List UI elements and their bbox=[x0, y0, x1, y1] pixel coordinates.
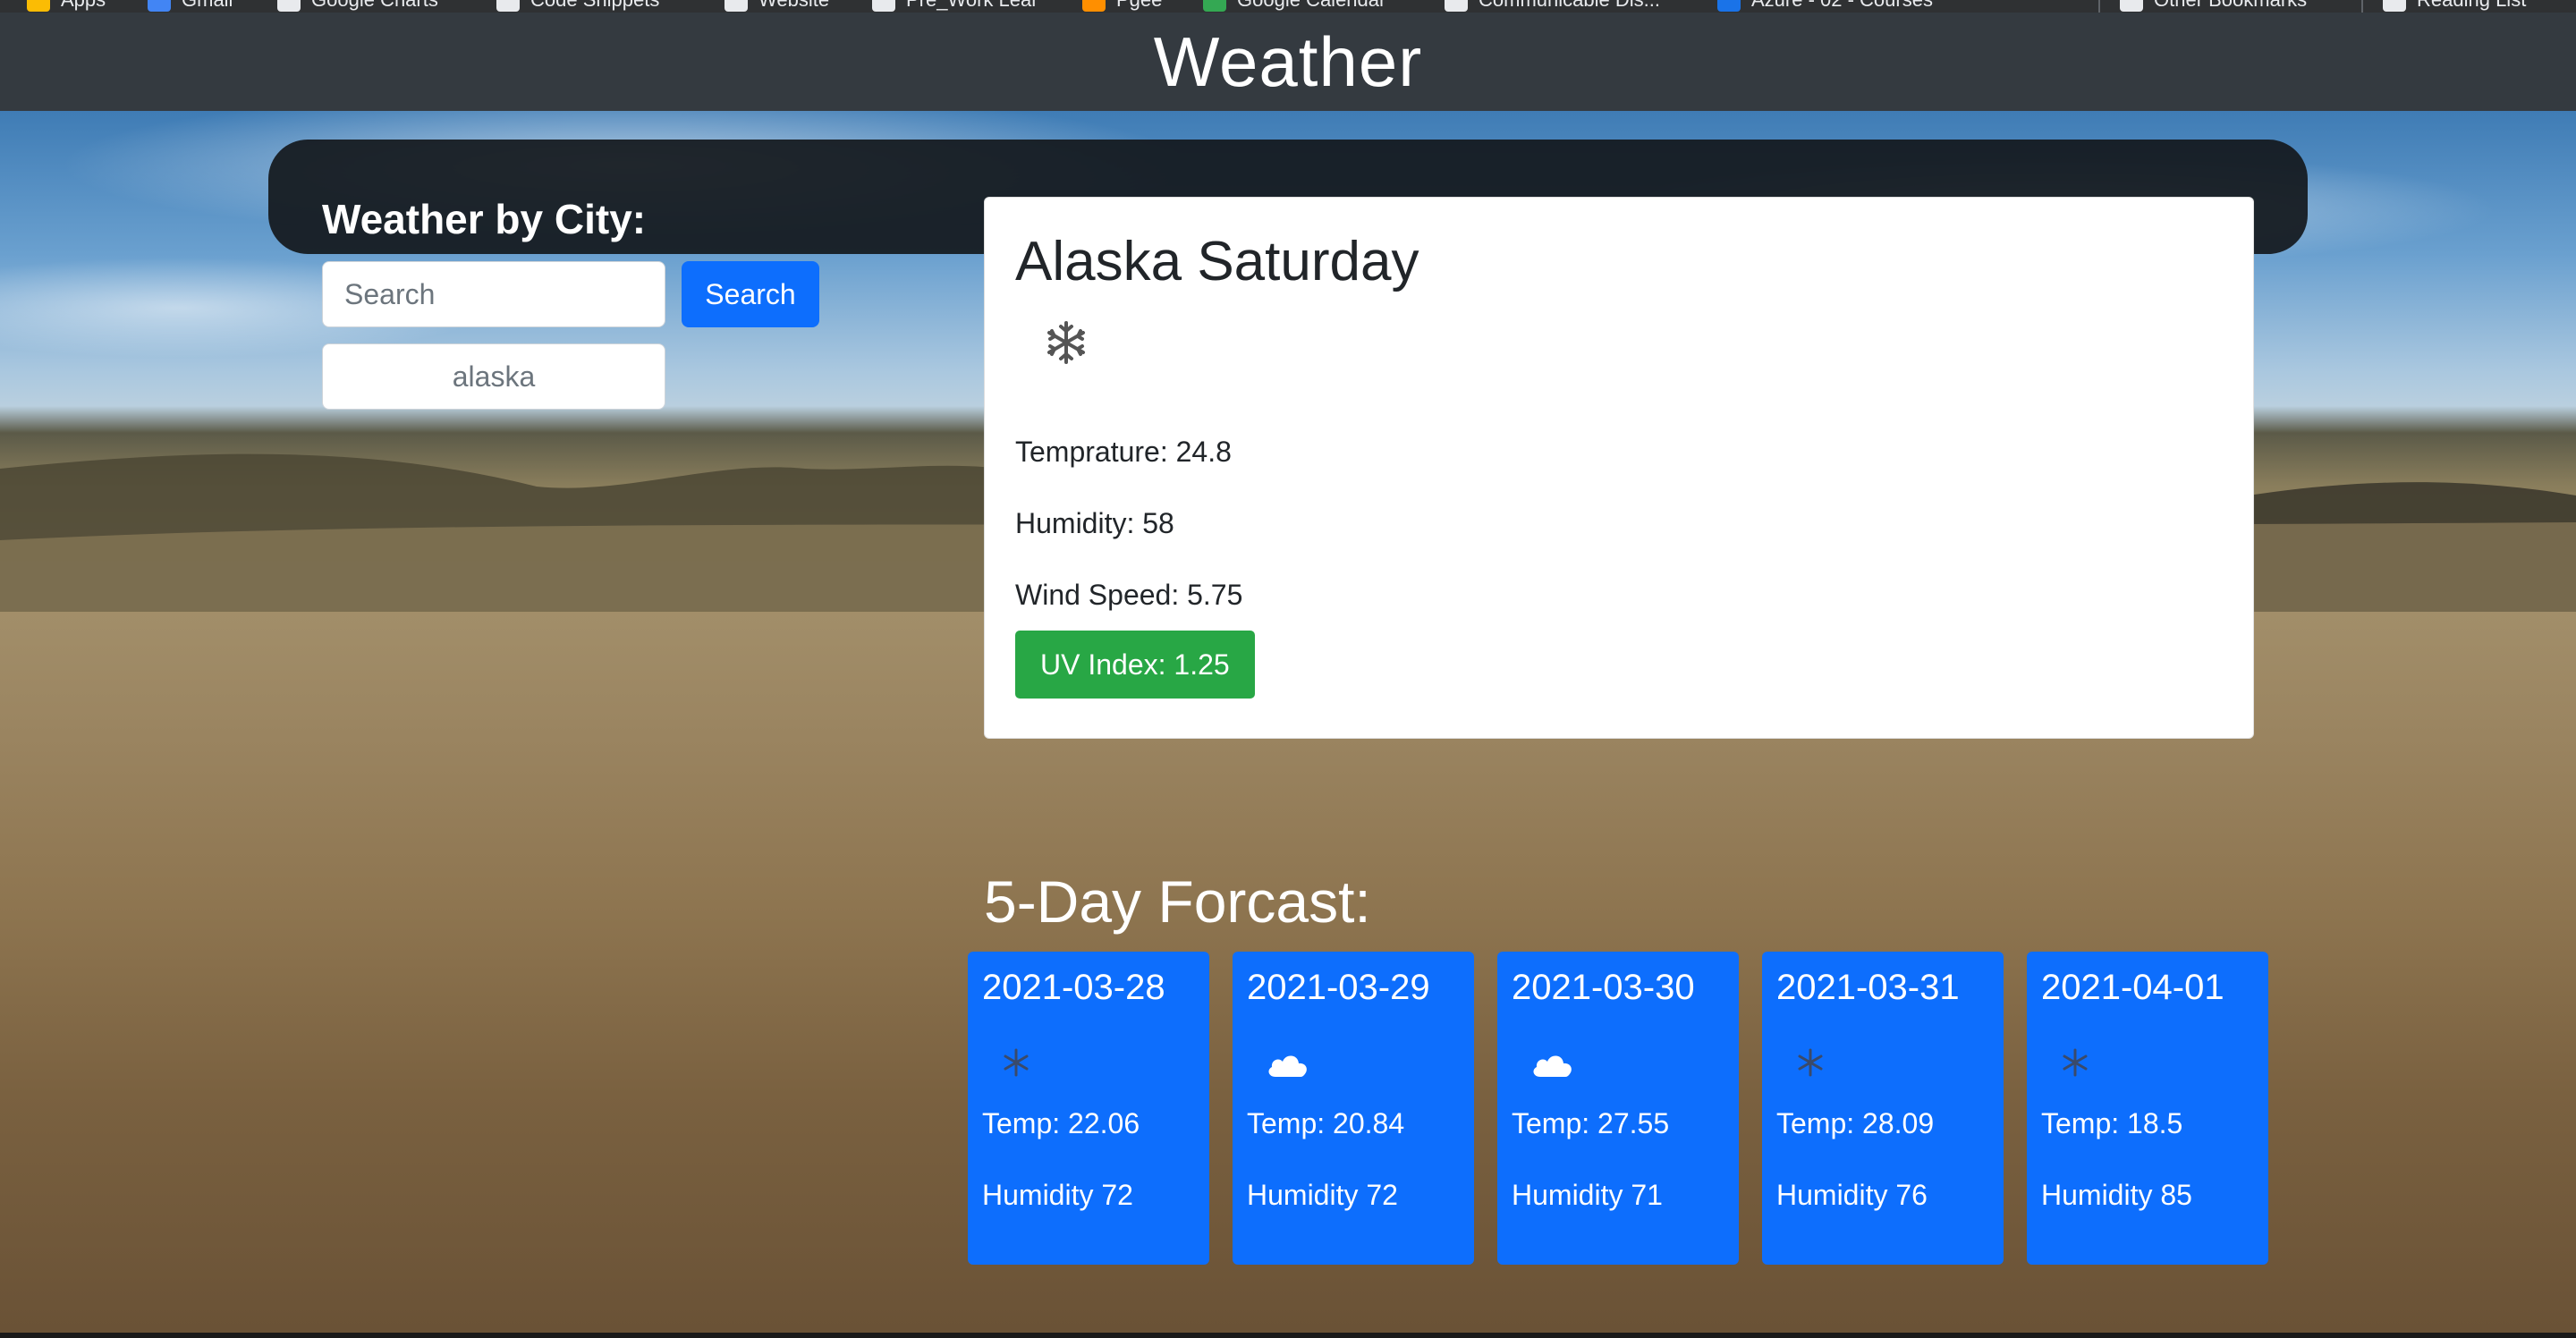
bookmark-separator bbox=[2361, 0, 2363, 13]
bookmark-label: Other Bookmarks bbox=[2154, 0, 2307, 12]
forecast-date: 2021-03-29 bbox=[1247, 968, 1430, 1007]
snowflake-icon bbox=[1004, 1048, 1029, 1077]
current-weather-title: Alaska Saturday bbox=[1015, 231, 1419, 292]
bookmark-website[interactable]: Website bbox=[724, 0, 829, 13]
bookmark-label: Gmail bbox=[182, 0, 233, 12]
bookmark-label: Apps bbox=[61, 0, 106, 12]
bookmark-apps[interactable]: Apps bbox=[27, 0, 106, 13]
forecast-temp: Temp: 27.55 bbox=[1512, 1107, 1670, 1139]
apps-grid-icon bbox=[27, 0, 50, 12]
search-heading: Weather by City: bbox=[322, 196, 647, 242]
page-icon bbox=[277, 0, 301, 12]
snowflake-icon bbox=[1047, 321, 1085, 365]
bookmark-label: Pgee bbox=[1116, 0, 1162, 12]
forecast-card: 2021-03-31 Temp: 28.09 Humidity 76 bbox=[1762, 952, 2004, 1265]
forecast-card: 2021-04-01 Temp: 18.5 Humidity 85 bbox=[2027, 952, 2268, 1265]
forecast-temp: Temp: 28.09 bbox=[1776, 1107, 1935, 1139]
bookmark-label: Reading List bbox=[2417, 0, 2526, 12]
page-icon bbox=[1082, 0, 1106, 12]
forecast-humidity: Humidity 76 bbox=[1776, 1179, 1928, 1211]
bookmark-other-bookmarks[interactable]: Other Bookmarks bbox=[2120, 0, 2307, 13]
cloud-icon bbox=[1533, 1055, 1572, 1077]
site-header: Weather bbox=[0, 13, 2576, 111]
page-icon bbox=[724, 0, 748, 12]
forecast-date: 2021-03-30 bbox=[1512, 968, 1695, 1007]
bottom-edge bbox=[0, 1333, 2576, 1338]
reading-list-icon bbox=[2383, 0, 2406, 12]
forecast-heading: 5-Day Forcast: bbox=[984, 868, 1371, 935]
bookmark-code-snippets[interactable]: Code Snippets bbox=[496, 0, 659, 13]
snowflake-icon bbox=[1798, 1048, 1823, 1077]
bookmark-label: Communicable Dis... bbox=[1479, 0, 1660, 12]
bookmark-pre-work[interactable]: Pre_Work Lear bbox=[872, 0, 1038, 13]
search-history-item[interactable]: alaska bbox=[322, 343, 665, 410]
forecast-date: 2021-03-28 bbox=[982, 968, 1165, 1007]
forecast-date: 2021-03-31 bbox=[1776, 968, 1960, 1007]
bookmark-separator bbox=[2098, 0, 2100, 13]
snowflake-icon bbox=[2063, 1048, 2088, 1077]
forecast-humidity: Humidity 71 bbox=[1512, 1179, 1663, 1211]
bookmark-label: Azure - 02 - Courses bbox=[1751, 0, 1933, 12]
forecast-temp: Temp: 22.06 bbox=[982, 1107, 1140, 1139]
forecast-date: 2021-04-01 bbox=[2041, 968, 2224, 1007]
bookmark-google-charts[interactable]: Google Charts bbox=[277, 0, 438, 13]
weather-app: Apps Gmail Google Charts Code Snippets W… bbox=[0, 0, 2576, 1338]
uv-index-badge: UV Index: 1.25 bbox=[1015, 631, 1255, 699]
current-weather-card: Alaska Saturday Temprature: 24.8 Humidit… bbox=[984, 197, 2254, 739]
forecast-temp: Temp: 20.84 bbox=[1247, 1107, 1405, 1139]
forecast-humidity: Humidity 72 bbox=[982, 1179, 1133, 1211]
gmail-icon bbox=[148, 0, 171, 12]
forecast-humidity: Humidity 72 bbox=[1247, 1179, 1398, 1211]
forecast-temp: Temp: 18.5 bbox=[2041, 1107, 2183, 1139]
bookmark-label: Google Charts bbox=[311, 0, 438, 12]
page-icon bbox=[1717, 0, 1741, 12]
bookmark-google-calendar[interactable]: Google Calendar bbox=[1203, 0, 1385, 13]
bookmark-label: Website bbox=[758, 0, 829, 12]
forecast-card: 2021-03-28 Temp: 22.06 Humidity 72 bbox=[968, 952, 1209, 1265]
page-icon bbox=[1445, 0, 1468, 12]
forecast-card: 2021-03-29 Temp: 20.84 Humidity 72 bbox=[1233, 952, 1474, 1265]
current-temperature: Temprature: 24.8 bbox=[1015, 436, 1232, 468]
bookmark-communicable-dis[interactable]: Communicable Dis... bbox=[1445, 0, 1660, 13]
bookmark-label: Google Calendar bbox=[1237, 0, 1385, 12]
search-button[interactable]: Search bbox=[682, 261, 819, 327]
bookmark-reading-list[interactable]: Reading List bbox=[2383, 0, 2526, 13]
browser-bookmarks-bar: Apps Gmail Google Charts Code Snippets W… bbox=[0, 0, 2576, 13]
current-wind-speed: Wind Speed: 5.75 bbox=[1015, 579, 1243, 611]
bookmark-pgee[interactable]: Pgee bbox=[1082, 0, 1162, 13]
calendar-icon bbox=[1203, 0, 1226, 12]
current-humidity: Humidity: 58 bbox=[1015, 507, 1174, 539]
folder-icon bbox=[2120, 0, 2143, 12]
bookmark-label: Pre_Work Lear bbox=[906, 0, 1038, 12]
page-icon bbox=[496, 0, 520, 12]
bookmark-label: Code Snippets bbox=[530, 0, 659, 12]
site-title: Weather bbox=[1153, 21, 1423, 101]
bookmark-gmail[interactable]: Gmail bbox=[148, 0, 233, 13]
city-search-input[interactable] bbox=[322, 261, 665, 327]
forecast-card: 2021-03-30 Temp: 27.55 Humidity 71 bbox=[1497, 952, 1739, 1265]
cloud-icon bbox=[1268, 1055, 1307, 1077]
page-icon bbox=[872, 0, 895, 12]
bookmark-azure-courses[interactable]: Azure - 02 - Courses bbox=[1717, 0, 1933, 13]
forecast-humidity: Humidity 85 bbox=[2041, 1179, 2192, 1211]
